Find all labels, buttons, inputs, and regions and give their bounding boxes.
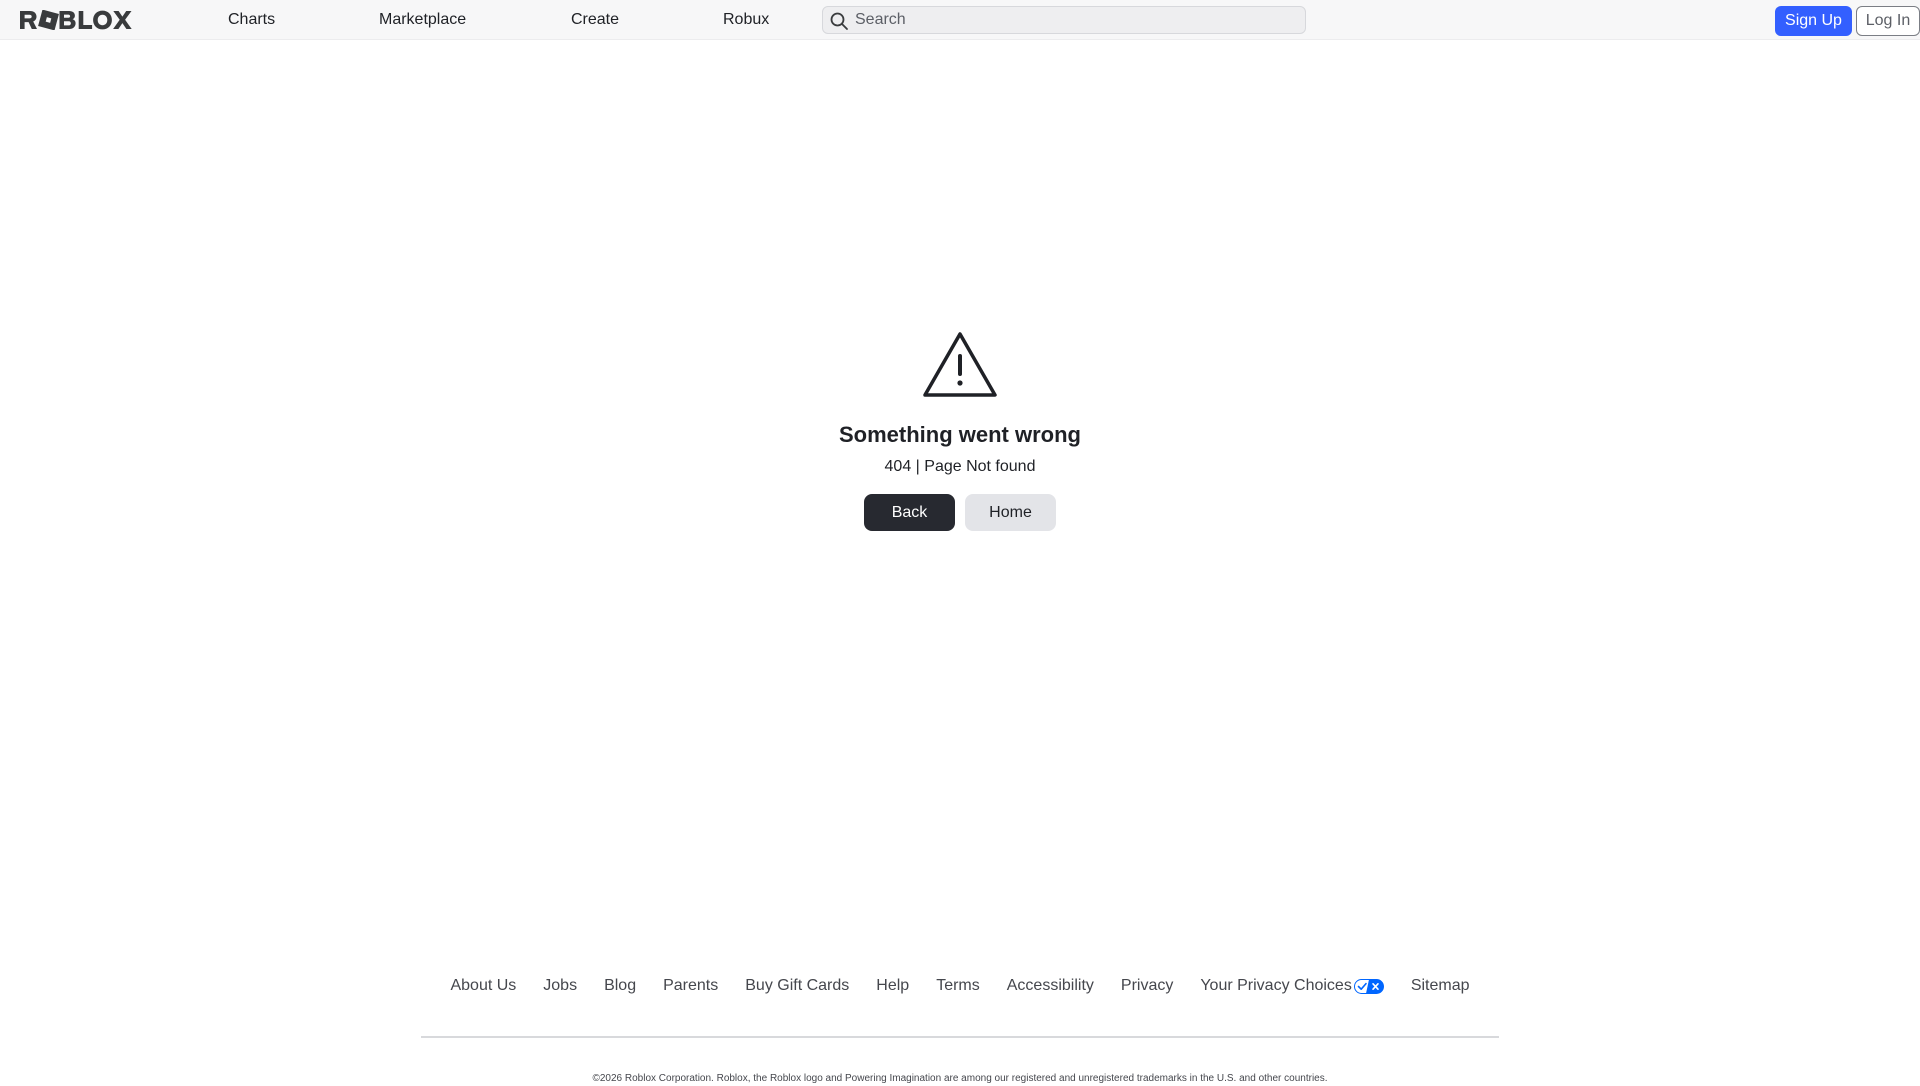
footer-link-jobs[interactable]: Jobs	[543, 975, 577, 997]
footer-link-blog[interactable]: Blog	[604, 975, 636, 997]
search-input[interactable]	[855, 7, 1295, 33]
footer-links: About Us Jobs Blog Parents Buy Gift Card…	[421, 975, 1499, 997]
error-message: 404 | Page Not found	[884, 458, 1036, 475]
footer-link-privacy[interactable]: Privacy	[1121, 975, 1173, 997]
roblox-logo-icon	[20, 10, 132, 30]
footer-link-about-us[interactable]: About Us	[450, 975, 516, 997]
footer-link-terms[interactable]: Terms	[936, 975, 980, 997]
warning-triangle-icon	[923, 332, 997, 397]
search-icon	[830, 12, 848, 30]
footer-link-accessibility[interactable]: Accessibility	[1007, 975, 1094, 997]
error-title: Something went wrong	[839, 422, 1081, 447]
footer-link-buy-gift-cards[interactable]: Buy Gift Cards	[745, 975, 849, 997]
footer-link-your-privacy-choices[interactable]: Your Privacy Choices	[1200, 975, 1384, 997]
footer-link-help[interactable]: Help	[876, 975, 909, 997]
footer-link-parents[interactable]: Parents	[663, 975, 718, 997]
home-button[interactable]: Home	[965, 494, 1056, 531]
footer-link-sitemap[interactable]: Sitemap	[1411, 975, 1470, 997]
log-in-button[interactable]: Log In	[1856, 6, 1920, 36]
sign-up-button[interactable]: Sign Up	[1775, 6, 1852, 36]
footer-divider	[421, 1036, 1499, 1038]
nav-create[interactable]: Create	[571, 10, 619, 30]
roblox-logo[interactable]	[20, 10, 140, 30]
nav-marketplace[interactable]: Marketplace	[379, 10, 466, 30]
privacy-choices-toggle-icon	[1353, 978, 1384, 994]
back-button[interactable]: Back	[864, 494, 955, 531]
copyright-notice: ©2026 Roblox Corporation. Roblox, the Ro…	[592, 1073, 1328, 1084]
top-navigation-bar: Charts Marketplace Create Robux Sign Up …	[0, 0, 1920, 40]
nav-charts[interactable]: Charts	[228, 10, 275, 30]
error-panel: Something went wrong 404 | Page Not foun…	[760, 330, 1160, 531]
nav-robux[interactable]: Robux	[723, 10, 769, 30]
footer-link-label: Your Privacy Choices	[1200, 977, 1352, 994]
error-actions: Back Home	[760, 494, 1160, 531]
search-box[interactable]	[822, 6, 1306, 34]
